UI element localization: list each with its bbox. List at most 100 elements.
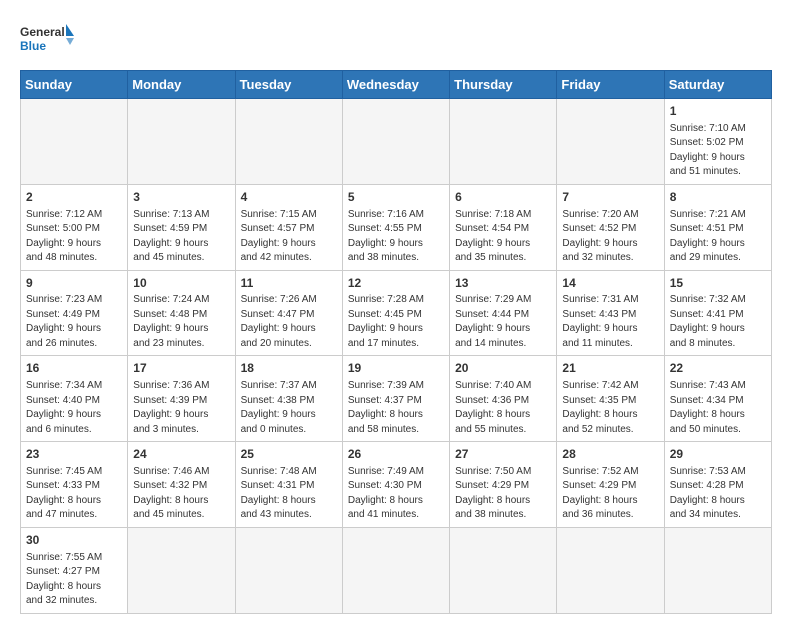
day-number: 3 — [133, 189, 229, 206]
weekday-header-monday: Monday — [128, 71, 235, 99]
day-number: 8 — [670, 189, 766, 206]
calendar-cell: 18 Sunrise: 7:37 AM Sunset: 4:38 PM Dayli… — [235, 356, 342, 442]
day-number: 19 — [348, 360, 444, 377]
svg-text:General: General — [20, 25, 65, 39]
calendar-cell — [128, 527, 235, 613]
svg-text:Blue: Blue — [20, 39, 46, 53]
calendar-cell: 3 Sunrise: 7:13 AM Sunset: 4:59 PM Daylig… — [128, 184, 235, 270]
calendar-cell — [664, 527, 771, 613]
day-info: Sunrise: 7:15 AM Sunset: 4:57 PM Dayligh… — [241, 208, 337, 266]
day-info: Sunrise: 7:45 AM Sunset: 4:33 PM Dayligh… — [26, 465, 122, 523]
calendar-cell: 9Sunrise: 7:23 AM Sunset: 4:49 PM Daylig… — [21, 270, 128, 356]
calendar-cell: 6 Sunrise: 7:18 AM Sunset: 4:54 PM Daylig… — [450, 184, 557, 270]
calendar-header-row: SundayMondayTuesdayWednesdayThursdayFrid… — [21, 71, 772, 99]
calendar-cell — [342, 527, 449, 613]
day-number: 18 — [241, 360, 337, 377]
calendar-cell — [235, 99, 342, 185]
day-info: Sunrise: 7:53 AM Sunset: 4:28 PM Dayligh… — [670, 465, 766, 523]
calendar-cell: 2Sunrise: 7:12 AM Sunset: 5:00 PM Daylig… — [21, 184, 128, 270]
day-info: Sunrise: 7:43 AM Sunset: 4:34 PM Dayligh… — [670, 379, 766, 437]
day-number: 27 — [455, 446, 551, 463]
day-number: 20 — [455, 360, 551, 377]
day-number: 5 — [348, 189, 444, 206]
calendar-cell — [557, 99, 664, 185]
day-info: Sunrise: 7:13 AM Sunset: 4:59 PM Dayligh… — [133, 208, 229, 266]
weekday-header-wednesday: Wednesday — [342, 71, 449, 99]
day-info: Sunrise: 7:37 AM Sunset: 4:38 PM Dayligh… — [241, 379, 337, 437]
day-info: Sunrise: 7:34 AM Sunset: 4:40 PM Dayligh… — [26, 379, 122, 437]
calendar-cell: 24 Sunrise: 7:46 AM Sunset: 4:32 PM Dayli… — [128, 442, 235, 528]
day-number: 30 — [26, 532, 122, 549]
day-number: 7 — [562, 189, 658, 206]
day-number: 6 — [455, 189, 551, 206]
day-info: Sunrise: 7:42 AM Sunset: 4:35 PM Dayligh… — [562, 379, 658, 437]
calendar-cell: 21Sunrise: 7:42 AM Sunset: 4:35 PM Dayli… — [557, 356, 664, 442]
calendar-cell: 5 Sunrise: 7:16 AM Sunset: 4:55 PM Daylig… — [342, 184, 449, 270]
day-number: 14 — [562, 275, 658, 292]
calendar-cell: 20 Sunrise: 7:40 AM Sunset: 4:36 PM Dayli… — [450, 356, 557, 442]
day-info: Sunrise: 7:50 AM Sunset: 4:29 PM Dayligh… — [455, 465, 551, 523]
day-info: Sunrise: 7:31 AM Sunset: 4:43 PM Dayligh… — [562, 293, 658, 351]
day-info: Sunrise: 7:40 AM Sunset: 4:36 PM Dayligh… — [455, 379, 551, 437]
calendar-cell — [21, 99, 128, 185]
day-number: 13 — [455, 275, 551, 292]
weekday-header-saturday: Saturday — [664, 71, 771, 99]
day-number: 22 — [670, 360, 766, 377]
day-info: Sunrise: 7:20 AM Sunset: 4:52 PM Dayligh… — [562, 208, 658, 266]
calendar-cell: 12Sunrise: 7:28 AM Sunset: 4:45 PM Dayli… — [342, 270, 449, 356]
day-number: 24 — [133, 446, 229, 463]
calendar-cell: 23 Sunrise: 7:45 AM Sunset: 4:33 PM Dayli… — [21, 442, 128, 528]
calendar-table: SundayMondayTuesdayWednesdayThursdayFrid… — [20, 70, 772, 614]
calendar-week-row: 23 Sunrise: 7:45 AM Sunset: 4:33 PM Dayli… — [21, 442, 772, 528]
calendar-cell: 17Sunrise: 7:36 AM Sunset: 4:39 PM Dayli… — [128, 356, 235, 442]
calendar-cell: 19 Sunrise: 7:39 AM Sunset: 4:37 PM Dayli… — [342, 356, 449, 442]
calendar-cell: 14Sunrise: 7:31 AM Sunset: 4:43 PM Dayli… — [557, 270, 664, 356]
day-info: Sunrise: 7:32 AM Sunset: 4:41 PM Dayligh… — [670, 293, 766, 351]
day-info: Sunrise: 7:23 AM Sunset: 4:49 PM Dayligh… — [26, 293, 122, 351]
calendar-cell: 15Sunrise: 7:32 AM Sunset: 4:41 PM Dayli… — [664, 270, 771, 356]
calendar-cell: 28Sunrise: 7:52 AM Sunset: 4:29 PM Dayli… — [557, 442, 664, 528]
calendar-cell — [342, 99, 449, 185]
day-number: 2 — [26, 189, 122, 206]
day-number: 15 — [670, 275, 766, 292]
weekday-header-tuesday: Tuesday — [235, 71, 342, 99]
day-info: Sunrise: 7:24 AM Sunset: 4:48 PM Dayligh… — [133, 293, 229, 351]
day-info: Sunrise: 7:36 AM Sunset: 4:39 PM Dayligh… — [133, 379, 229, 437]
calendar-week-row: 16Sunrise: 7:34 AM Sunset: 4:40 PM Dayli… — [21, 356, 772, 442]
calendar-cell: 22 Sunrise: 7:43 AM Sunset: 4:34 PM Dayli… — [664, 356, 771, 442]
calendar-week-row: 30 Sunrise: 7:55 AM Sunset: 4:27 PM Dayli… — [21, 527, 772, 613]
day-info: Sunrise: 7:29 AM Sunset: 4:44 PM Dayligh… — [455, 293, 551, 351]
calendar-week-row: 2Sunrise: 7:12 AM Sunset: 5:00 PM Daylig… — [21, 184, 772, 270]
page-header: General Blue — [20, 20, 772, 60]
calendar-cell: 4 Sunrise: 7:15 AM Sunset: 4:57 PM Daylig… — [235, 184, 342, 270]
calendar-cell — [235, 527, 342, 613]
logo-svg: General Blue — [20, 20, 75, 60]
calendar-cell: 7 Sunrise: 7:20 AM Sunset: 4:52 PM Daylig… — [557, 184, 664, 270]
day-number: 23 — [26, 446, 122, 463]
day-info: Sunrise: 7:52 AM Sunset: 4:29 PM Dayligh… — [562, 465, 658, 523]
day-info: Sunrise: 7:18 AM Sunset: 4:54 PM Dayligh… — [455, 208, 551, 266]
day-info: Sunrise: 7:16 AM Sunset: 4:55 PM Dayligh… — [348, 208, 444, 266]
day-number: 1 — [670, 103, 766, 120]
calendar-cell: 27 Sunrise: 7:50 AM Sunset: 4:29 PM Dayli… — [450, 442, 557, 528]
weekday-header-thursday: Thursday — [450, 71, 557, 99]
day-number: 25 — [241, 446, 337, 463]
day-info: Sunrise: 7:48 AM Sunset: 4:31 PM Dayligh… — [241, 465, 337, 523]
day-info: Sunrise: 7:55 AM Sunset: 4:27 PM Dayligh… — [26, 551, 122, 609]
calendar-cell: 10Sunrise: 7:24 AM Sunset: 4:48 PM Dayli… — [128, 270, 235, 356]
day-info: Sunrise: 7:26 AM Sunset: 4:47 PM Dayligh… — [241, 293, 337, 351]
day-number: 10 — [133, 275, 229, 292]
day-number: 11 — [241, 275, 337, 292]
calendar-week-row: 9Sunrise: 7:23 AM Sunset: 4:49 PM Daylig… — [21, 270, 772, 356]
day-number: 12 — [348, 275, 444, 292]
day-number: 26 — [348, 446, 444, 463]
calendar-week-row: 1 Sunrise: 7:10 AM Sunset: 5:02 PM Daylig… — [21, 99, 772, 185]
calendar-cell: 8Sunrise: 7:21 AM Sunset: 4:51 PM Daylig… — [664, 184, 771, 270]
calendar-cell: 11Sunrise: 7:26 AM Sunset: 4:47 PM Dayli… — [235, 270, 342, 356]
day-number: 29 — [670, 446, 766, 463]
day-info: Sunrise: 7:10 AM Sunset: 5:02 PM Dayligh… — [670, 122, 766, 180]
day-info: Sunrise: 7:46 AM Sunset: 4:32 PM Dayligh… — [133, 465, 229, 523]
day-info: Sunrise: 7:39 AM Sunset: 4:37 PM Dayligh… — [348, 379, 444, 437]
day-number: 9 — [26, 275, 122, 292]
day-number: 4 — [241, 189, 337, 206]
